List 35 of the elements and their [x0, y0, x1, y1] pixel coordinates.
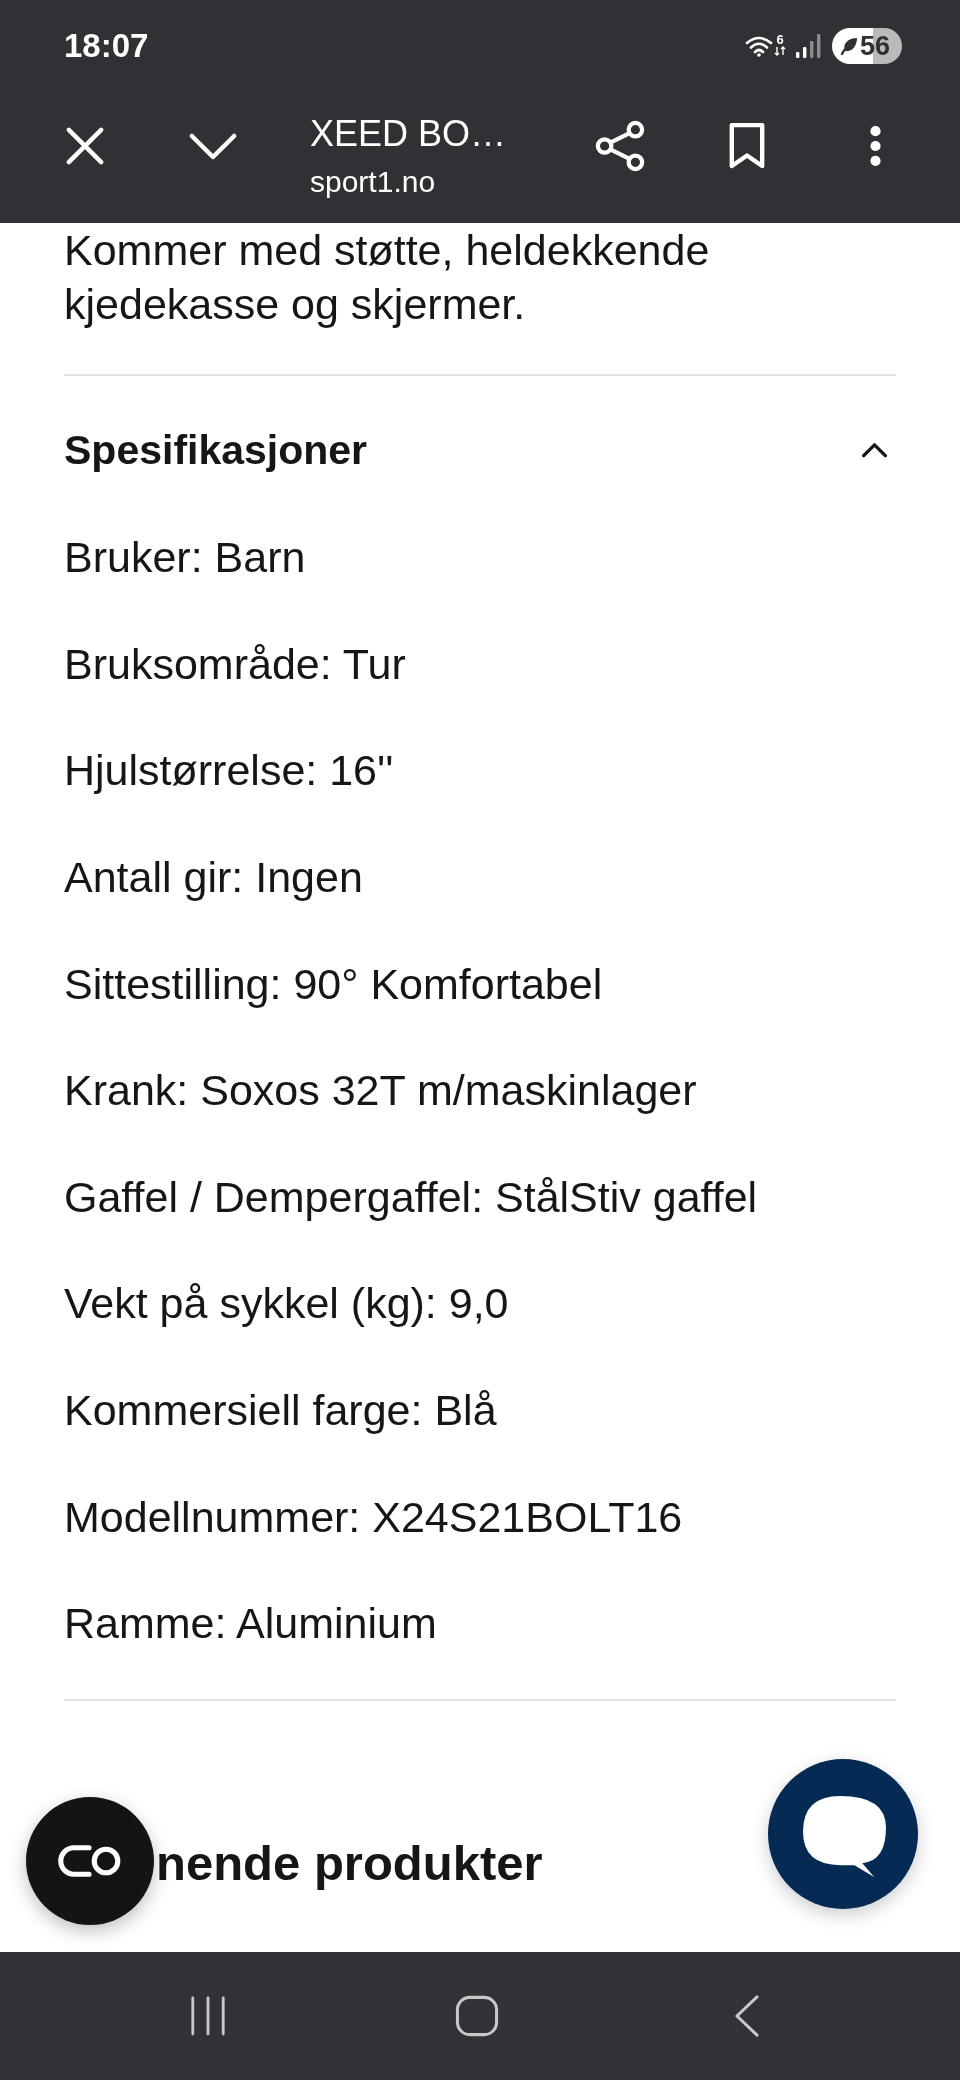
data-arrows-icon [774, 45, 786, 56]
spec-item: Antall gir: Ingen [64, 852, 363, 903]
spec-item: Hjulstørrelse: 16'' [64, 745, 394, 796]
chevron-up-icon[interactable] [861, 442, 888, 458]
spec-item: Kommersiell farge: Blå [64, 1385, 497, 1436]
page-title: XEED BO… [310, 112, 507, 156]
loop-icon [57, 1844, 123, 1878]
battery-percentage: 56 [860, 31, 891, 61]
leaf-icon [839, 36, 859, 56]
close-icon [66, 127, 104, 165]
page-url: sport1.no [310, 164, 436, 200]
wifi-icon [745, 35, 773, 57]
spec-item: Bruksområde: Tur [64, 638, 406, 689]
back-icon [732, 1994, 760, 2038]
recent-apps-icon [189, 1995, 227, 2037]
spec-item: Krank: Soxos 32T m/maskinlager [64, 1065, 697, 1116]
bookmark-icon [728, 122, 766, 170]
chat-bubble-icon [800, 1793, 888, 1879]
home-icon [455, 1995, 499, 2037]
spec-item: Modellnummer: X24S21BOLT16 [64, 1491, 683, 1542]
section-heading: Spesifikasjoner [64, 426, 368, 475]
more-icon [868, 124, 882, 168]
wifi-generation-label: 6 [776, 32, 784, 46]
spec-item: Ramme: Aluminium [64, 1598, 437, 1649]
spec-item: Gaffel / Dempergaffel: StålStiv gaffel [64, 1171, 758, 1222]
section-heading: nende produkter [156, 1834, 543, 1892]
spec-item: Sittestilling: 90° Komfortabel [64, 958, 603, 1009]
product-description: Kommer med støtte, heldekkende kjedekasse og skjermer. [64, 225, 711, 330]
spec-item: Vekt på sykkel (kg): 9,0 [64, 1278, 509, 1329]
share-icon [595, 120, 645, 172]
spec-item: Bruker: Barn [64, 532, 306, 583]
chevron-down-icon [189, 132, 237, 160]
floating-action-button[interactable] [26, 1797, 154, 1925]
signal-icon [796, 34, 822, 58]
status-time: 18:07 [64, 26, 149, 66]
